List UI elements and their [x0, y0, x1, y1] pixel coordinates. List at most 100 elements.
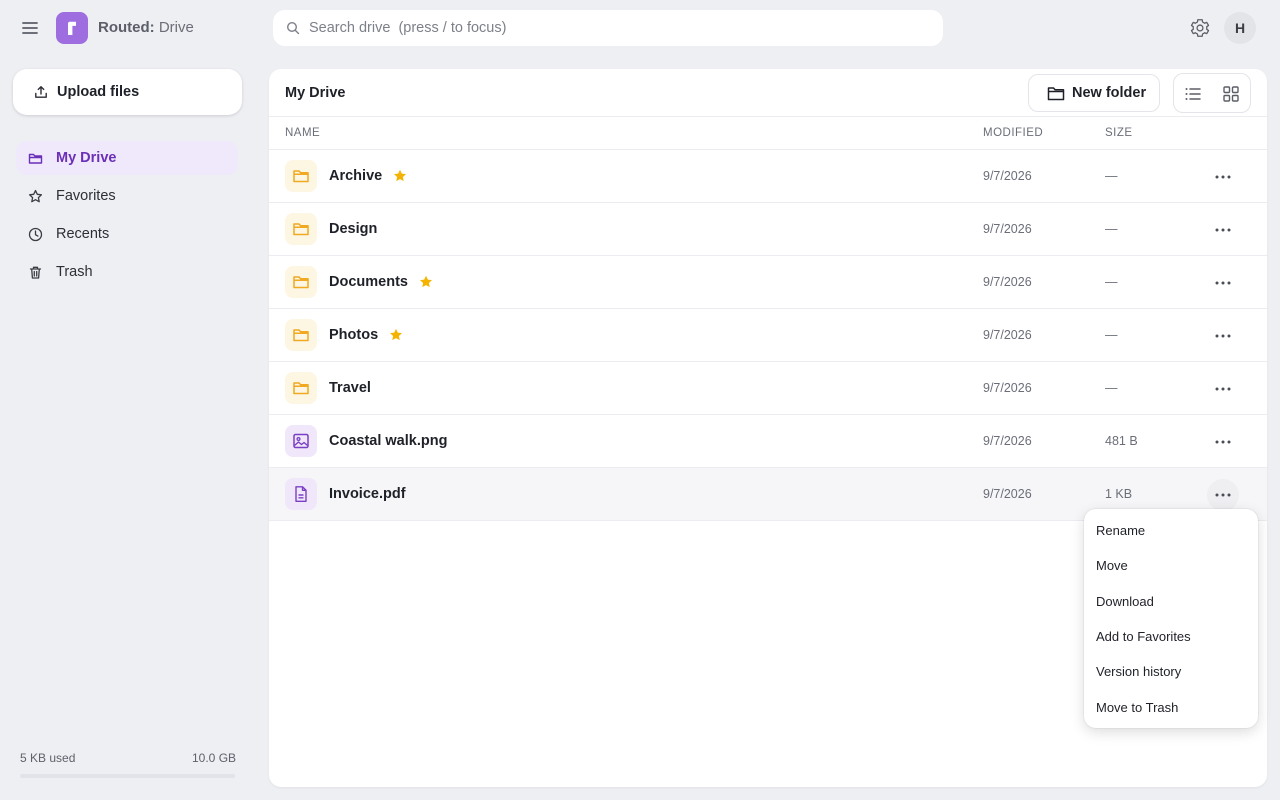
menu-item-download[interactable]: Download — [1084, 584, 1258, 618]
search-icon — [286, 21, 300, 35]
menu-item-label: Version history — [1096, 664, 1182, 680]
file-name[interactable]: Photos — [329, 327, 378, 343]
star-icon — [28, 189, 43, 203]
sidebar-item-label: Recents — [56, 226, 110, 242]
menu-item-label: Add to Favorites — [1096, 628, 1191, 644]
storage-used: 5 KB used — [20, 751, 76, 765]
file-name[interactable]: Design — [329, 221, 377, 237]
sidebar-item-recents[interactable]: Recents — [16, 217, 238, 251]
new-folder-button[interactable]: New folder — [1028, 74, 1160, 112]
file-name[interactable]: Archive — [329, 168, 382, 184]
trash-icon — [29, 266, 42, 279]
menu-item-move-to-trash[interactable]: Move to Trash — [1084, 690, 1258, 724]
more-options-icon[interactable] — [1207, 161, 1239, 193]
file-size: — — [1105, 328, 1118, 342]
file-thumbnail — [285, 372, 317, 404]
storage-total: 10.0 GB — [192, 751, 237, 765]
file-size: — — [1105, 169, 1118, 183]
file-modified: 9/7/2026 — [983, 222, 1032, 236]
table-row[interactable]: Archive 9/7/2026 — — [269, 150, 1267, 203]
file-thumbnail — [285, 425, 317, 457]
file-name[interactable]: Travel — [329, 380, 371, 396]
more-options-icon[interactable] — [1207, 479, 1239, 511]
search-bar[interactable] — [273, 10, 943, 46]
folder-icon — [1047, 87, 1065, 101]
upload-icon — [35, 86, 47, 98]
table-row[interactable]: Design 9/7/2026 — — [269, 203, 1267, 256]
table-header: Name Modified Size — [269, 116, 1267, 150]
menu-item-version-history[interactable]: Version history — [1084, 654, 1258, 688]
star-icon — [393, 169, 407, 183]
more-options-icon[interactable] — [1207, 320, 1239, 352]
app-title-brand: Routed: — [98, 19, 155, 36]
clock-icon — [28, 227, 43, 242]
sidebar-item-label: Trash — [56, 264, 93, 280]
sidebar-item-favorites[interactable]: Favorites — [16, 179, 238, 213]
table-row[interactable]: Photos 9/7/2026 — — [269, 309, 1267, 362]
menu-item-move[interactable]: Move — [1084, 548, 1258, 582]
folder-icon — [293, 170, 309, 183]
upload-files-button[interactable]: Upload files — [13, 69, 242, 115]
menu-item-label: Move to Trash — [1096, 699, 1179, 715]
folder-icon — [293, 329, 309, 342]
more-options-icon[interactable] — [1207, 214, 1239, 246]
search-input[interactable] — [309, 10, 929, 46]
menu-icon[interactable] — [18, 16, 42, 40]
star-icon — [419, 275, 433, 289]
document-icon — [295, 486, 307, 502]
file-thumbnail — [285, 319, 317, 351]
upload-files-label: Upload files — [57, 84, 140, 100]
file-name[interactable]: Documents — [329, 274, 408, 290]
file-thumbnail — [285, 160, 317, 192]
file-modified: 9/7/2026 — [983, 169, 1032, 183]
gear-icon[interactable] — [1189, 17, 1211, 39]
menu-item-label: Download — [1096, 593, 1154, 609]
storage-progress-bar — [20, 774, 235, 778]
avatar[interactable]: H — [1224, 12, 1256, 44]
file-context-menu: Rename Move Download Add to Favorites Versio… — [1084, 509, 1258, 728]
app-title: Routed: Drive — [98, 19, 194, 36]
menu-item-label: Move — [1096, 558, 1128, 574]
list-view-icon[interactable] — [1182, 83, 1204, 105]
file-size: — — [1105, 381, 1118, 395]
column-header-modified[interactable]: Modified — [983, 127, 1043, 139]
folder-icon — [28, 153, 43, 164]
image-icon — [293, 433, 309, 449]
sidebar-item-label: Favorites — [56, 188, 116, 204]
column-header-name[interactable]: Name — [285, 127, 320, 139]
folder-icon — [293, 223, 309, 236]
star-icon — [389, 328, 403, 342]
folder-icon — [293, 382, 309, 395]
more-options-icon[interactable] — [1207, 426, 1239, 458]
more-options-icon[interactable] — [1207, 267, 1239, 299]
table-row[interactable]: Travel 9/7/2026 — — [269, 362, 1267, 415]
file-thumbnail — [285, 478, 317, 510]
app-logo[interactable] — [56, 12, 88, 44]
file-size: — — [1105, 275, 1118, 289]
sidebar-item-my-drive[interactable]: My Drive — [16, 141, 238, 175]
file-size: 481 B — [1105, 434, 1138, 448]
file-modified: 9/7/2026 — [983, 381, 1032, 395]
top-bar: Routed: Drive H — [0, 0, 1280, 56]
menu-item-rename[interactable]: Rename — [1084, 513, 1258, 547]
file-modified: 9/7/2026 — [983, 275, 1032, 289]
view-toggle — [1173, 73, 1251, 113]
file-thumbnail — [285, 213, 317, 245]
new-folder-label: New folder — [1072, 85, 1147, 101]
file-name[interactable]: Coastal walk.png — [329, 433, 447, 449]
menu-item-label: Rename — [1096, 523, 1146, 538]
table-row[interactable]: Coastal walk.png 9/7/2026 481 B — [269, 415, 1267, 468]
column-header-size[interactable]: Size — [1105, 127, 1133, 139]
table-row[interactable]: Documents 9/7/2026 — — [269, 256, 1267, 309]
page-title: My Drive — [285, 85, 346, 101]
file-size: — — [1105, 222, 1118, 236]
more-options-icon[interactable] — [1207, 373, 1239, 405]
folder-icon — [293, 276, 309, 289]
file-modified: 9/7/2026 — [983, 328, 1032, 342]
file-modified: 9/7/2026 — [983, 434, 1032, 448]
sidebar-item-label: My Drive — [56, 150, 117, 166]
grid-view-icon[interactable] — [1220, 83, 1242, 105]
file-name[interactable]: Invoice.pdf — [329, 486, 406, 502]
sidebar-item-trash[interactable]: Trash — [16, 255, 238, 289]
menu-item-add-to-favorites[interactable]: Add to Favorites — [1084, 619, 1258, 653]
